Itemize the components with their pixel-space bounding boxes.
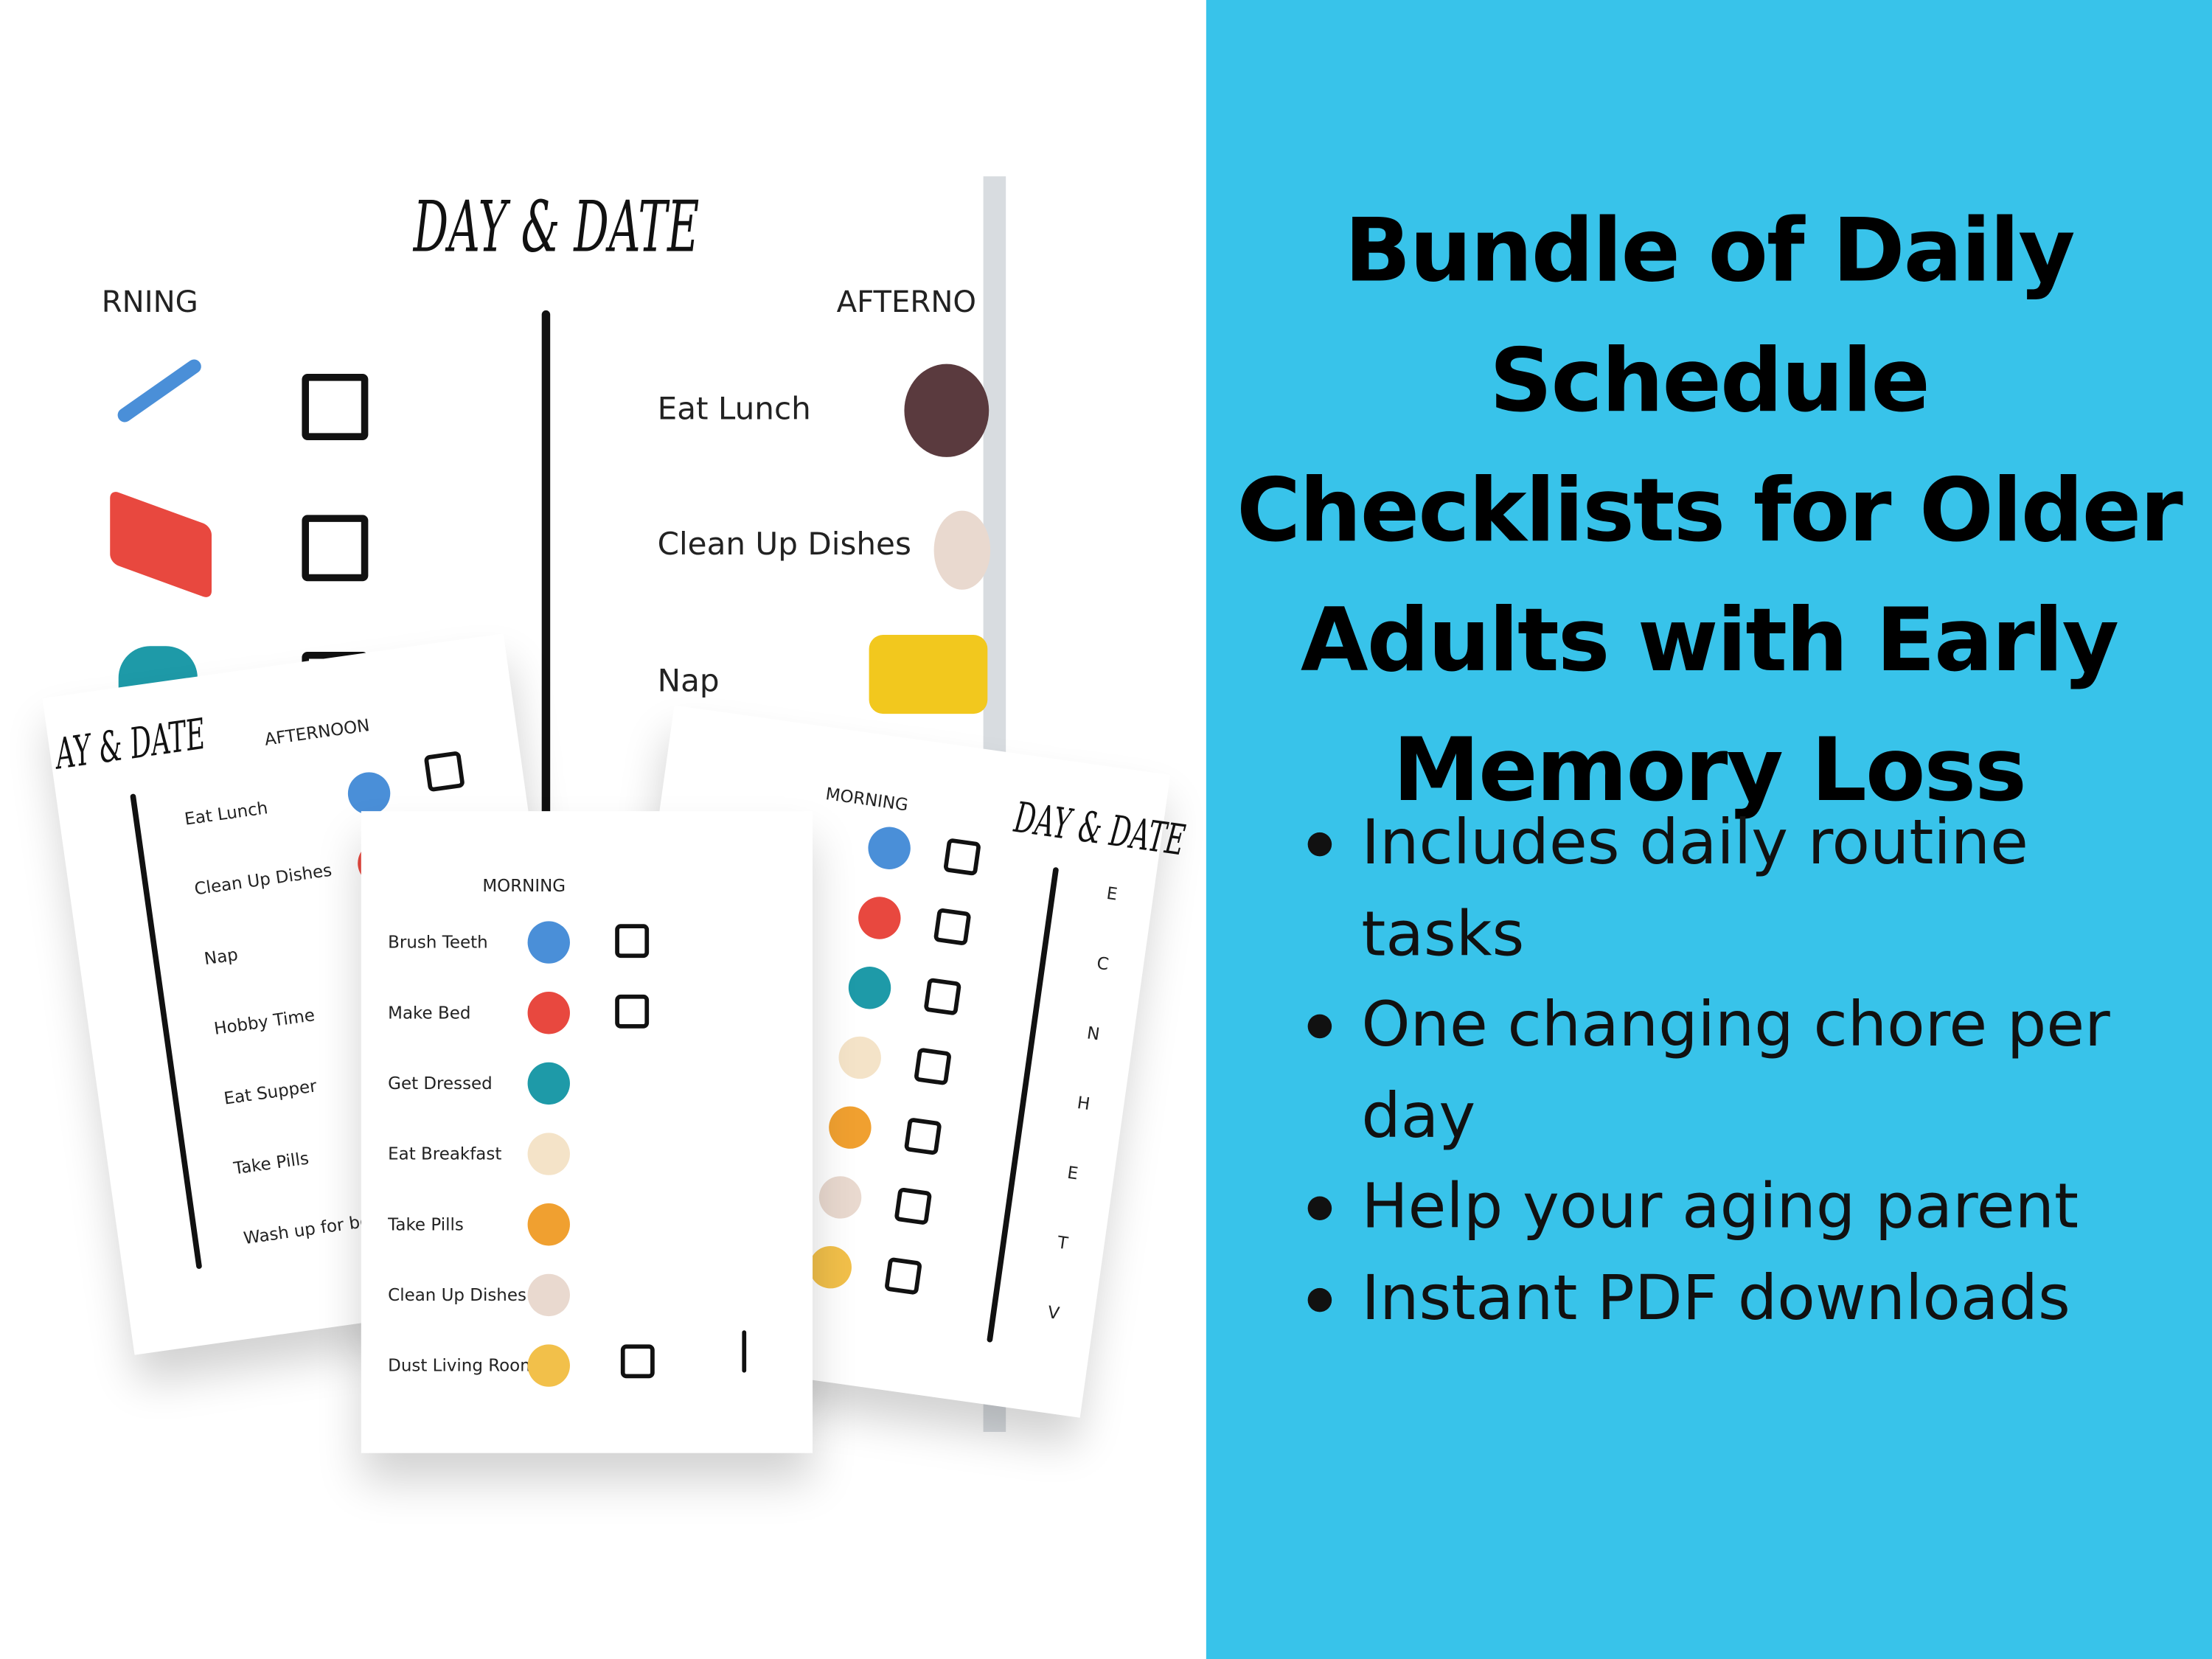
task-label: Wash up for be (242, 1211, 372, 1248)
task-icon (865, 824, 914, 872)
morning-checklist-sheet-front: MORNING Brush Teeth Make Bed Get Dressed Ea… (361, 811, 813, 1453)
task-label: Nap (657, 664, 720, 700)
checkbox[interactable] (302, 515, 369, 582)
partial-task-label: V (1046, 1302, 1061, 1324)
morning-header: MORNING (824, 784, 910, 815)
bullet-icon (1307, 1014, 1332, 1039)
checkbox[interactable] (903, 1117, 942, 1156)
task-label: Clean Up Dishes (388, 1285, 526, 1305)
feature-item: Instant PDF downloads (1305, 1253, 2194, 1344)
preview-area: DAY & DATE RNING AFTERNO Eat Lunch Clean… (0, 0, 1206, 1659)
bullet-icon (1307, 832, 1332, 857)
toothbrush-icon (114, 356, 204, 425)
task-label: Nap (203, 945, 240, 969)
task-icon (826, 1103, 874, 1152)
task-label: Clean Up Dishes (192, 860, 333, 900)
task-icon (846, 964, 894, 1012)
checkbox[interactable] (615, 924, 650, 959)
product-banner: DAY & DATE RNING AFTERNO Eat Lunch Clean… (0, 0, 2212, 1659)
feature-item: Includes daily routine tasks (1305, 799, 2194, 981)
task-icon (527, 1062, 570, 1105)
partial-task-label: T (1056, 1232, 1070, 1253)
task-icon (527, 1203, 570, 1246)
task-label: Eat Supper (222, 1076, 319, 1109)
task-label: Eat Breakfast (388, 1144, 502, 1164)
checkbox[interactable] (884, 1256, 922, 1295)
afternoon-header: AFTERNO (836, 285, 977, 319)
task-label: Brush Teeth (388, 932, 488, 953)
headline: Bundle of Daily Schedule Checklists for … (1237, 198, 2183, 821)
partial-task-label: E (1065, 1162, 1079, 1184)
task-icon (527, 921, 570, 964)
morning-header: MORNING (482, 876, 566, 896)
bullet-icon (1307, 1287, 1332, 1312)
task-icon (816, 1173, 864, 1222)
sheet-title: DAY & DATE (413, 186, 700, 268)
checkbox[interactable] (302, 374, 369, 440)
task-icon (527, 1133, 570, 1175)
feature-item: One changing chore per day (1305, 981, 2194, 1163)
task-label: Dust Living Room (388, 1355, 537, 1376)
sheet-title: AY & DATE (52, 710, 209, 780)
partial-task-label: E (1105, 883, 1119, 905)
task-label: Make Bed (388, 1003, 471, 1023)
task-icon (345, 769, 394, 818)
divider-line (742, 1330, 747, 1373)
dishes-icon (933, 510, 991, 590)
checkbox[interactable] (894, 1186, 933, 1225)
task-icon (806, 1243, 855, 1292)
bed-icon (110, 489, 212, 600)
sheet-title: DAY & DATE (1011, 793, 1189, 866)
checkbox[interactable] (943, 838, 981, 877)
task-label: Take Pills (388, 1214, 464, 1235)
info-panel: Bundle of Daily Schedule Checklists for … (1206, 0, 2212, 1659)
task-icon (835, 1034, 884, 1082)
task-label: Take Pills (232, 1148, 310, 1179)
task-label: Eat Lunch (183, 798, 269, 830)
sandwich-icon (904, 364, 990, 457)
task-label: Clean Up Dishes (657, 527, 911, 563)
feature-item: Help your aging parent (1305, 1163, 2194, 1253)
feature-list: Includes daily routine tasks One changin… (1305, 799, 2194, 1344)
task-label: Eat Lunch (657, 392, 811, 428)
checkbox[interactable] (933, 908, 972, 946)
task-icon (855, 894, 904, 942)
divider-line (130, 793, 203, 1270)
task-icon (527, 1273, 570, 1317)
task-label: Hobby Time (212, 1005, 316, 1039)
morning-header: RNING (101, 285, 198, 319)
task-label: Get Dressed (388, 1074, 493, 1093)
nap-couch-icon (869, 634, 988, 714)
bullet-icon (1307, 1196, 1332, 1221)
partial-task-label: H (1076, 1092, 1091, 1114)
checkbox[interactable] (423, 751, 465, 793)
checkbox[interactable] (615, 994, 650, 1029)
checkbox[interactable] (620, 1344, 655, 1379)
partial-task-label: N (1085, 1023, 1102, 1045)
partial-task-label: C (1095, 953, 1110, 975)
checkbox[interactable] (914, 1047, 952, 1086)
divider-line (987, 866, 1060, 1343)
task-icon (527, 992, 570, 1034)
afternoon-header: AFTERNOON (263, 715, 371, 750)
checkbox[interactable] (923, 977, 962, 1016)
task-icon (527, 1344, 570, 1387)
